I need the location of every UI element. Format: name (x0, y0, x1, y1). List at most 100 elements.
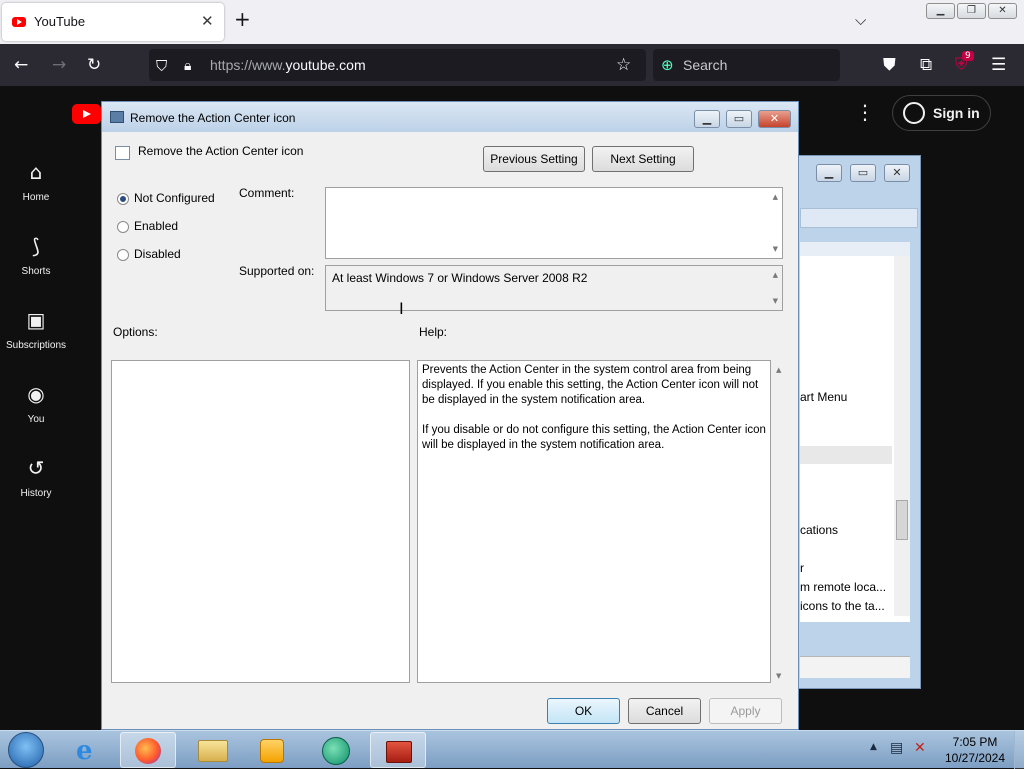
ok-button[interactable]: OK (547, 698, 620, 724)
volume-muted-icon[interactable]: ✕ (914, 740, 926, 756)
radio-label-not-configured[interactable]: Not Configured (134, 191, 215, 205)
network-globe-icon[interactable] (308, 732, 364, 768)
setting-name: Remove the Action Center icon (138, 144, 304, 158)
dialog-close-button[interactable]: ✕ (758, 110, 791, 128)
account-icon (903, 102, 925, 124)
dialog-minimize-button[interactable]: ▁ (694, 110, 720, 128)
url-text[interactable]: https://www.youtube.com (210, 57, 366, 73)
show-desktop-button[interactable] (1014, 731, 1024, 769)
reload-icon[interactable]: ↻ (87, 55, 101, 75)
list-all-tabs-icon[interactable]: ⌵ (855, 11, 866, 29)
scroll-up-icon[interactable]: ▲ (773, 271, 778, 279)
clock-date: 10/27/2024 (944, 751, 1006, 765)
help-text-paragraph-1: Prevents the Action Center in the system… (422, 364, 759, 406)
scroll-up-icon[interactable]: ▲ (773, 193, 778, 201)
cancel-button[interactable]: Cancel (628, 698, 701, 724)
list-item[interactable]: cations (800, 523, 892, 537)
dialog-titlebar[interactable]: Remove the Action Center icon ▁ ▭ ✕ (102, 102, 798, 132)
pocket-icon[interactable]: ⛊ (883, 55, 896, 75)
internet-explorer-icon[interactable]: e (62, 732, 118, 768)
radio-label-enabled[interactable]: Enabled (134, 219, 178, 233)
close-window-button[interactable]: ✕ (988, 3, 1017, 19)
radio-disabled[interactable] (117, 249, 129, 261)
previous-setting-button[interactable]: Previous Setting (483, 146, 585, 172)
help-scroll-up-icon[interactable]: ▲ (776, 366, 781, 374)
guide-item-history[interactable]: ↺ History (0, 456, 72, 499)
scroll-down-icon[interactable]: ▼ (773, 245, 778, 253)
menu-icon[interactable]: ☰ (991, 55, 1006, 75)
policy-setting-dialog: Remove the Action Center icon ▁ ▭ ✕ Remo… (101, 101, 799, 730)
ie-glyph: e (76, 736, 93, 766)
text-cursor-icon: Ⅰ (399, 301, 404, 318)
help-pane[interactable]: Prevents the Action Center in the system… (417, 360, 771, 683)
background-editor-window[interactable]: ▁ ▭ ✕ art Menu cations r m remote loca..… (797, 155, 921, 689)
youtube-logo[interactable] (72, 104, 101, 124)
radio-label-disabled[interactable]: Disabled (134, 247, 181, 261)
forward-icon[interactable]: → (52, 55, 66, 75)
options-pane[interactable] (111, 360, 410, 683)
firefox-icon[interactable] (120, 732, 176, 768)
shorts-icon: ⟆ (32, 234, 40, 258)
tab-youtube[interactable]: YouTube ✕ (2, 3, 224, 41)
comment-field[interactable]: ▲ ▼ (325, 187, 783, 259)
sign-in-button[interactable]: Sign in (892, 95, 991, 131)
tab-close-icon[interactable]: ✕ (201, 12, 214, 30)
network-tray-icon[interactable]: ▤ (890, 740, 903, 756)
comment-label: Comment: (239, 186, 295, 200)
supported-on-value: At least Windows 7 or Windows Server 200… (332, 271, 588, 285)
list-item[interactable]: icons to the ta... (800, 599, 892, 613)
radio-not-configured[interactable] (117, 193, 129, 205)
bg-close-button[interactable]: ✕ (884, 164, 910, 182)
guide-item-home[interactable]: ⌂ Home (0, 160, 72, 203)
dialog-maximize-button[interactable]: ▭ (726, 110, 752, 128)
show-hidden-icons-icon[interactable]: ▲ (870, 742, 877, 752)
list-item[interactable]: r (800, 561, 892, 575)
more-options-icon[interactable]: ⋮ (855, 100, 875, 124)
bg-list-pane[interactable]: art Menu cations r m remote loca... icon… (800, 242, 910, 622)
help-label: Help: (419, 325, 448, 339)
supported-on-label: Supported on: (239, 264, 315, 278)
guide-item-shorts[interactable]: ⟆ Shorts (0, 234, 72, 277)
start-orb-icon[interactable] (8, 732, 44, 768)
taskbar: e ▲ ▤ ✕ 7:05 PM 10/27/2024 (0, 730, 1024, 769)
bg-maximize-button[interactable]: ▭ (850, 164, 876, 182)
guide-item-you[interactable]: ◉ You (0, 382, 72, 425)
search-bar[interactable]: ⊕ Search (653, 49, 840, 81)
lock-icon[interactable]: 🔒︎ (184, 56, 191, 76)
url-bar[interactable]: ⛉ 🔒︎ https://www.youtube.com ☆ (149, 49, 646, 81)
file-explorer-icon[interactable] (186, 732, 242, 768)
supported-on-field: At least Windows 7 or Windows Server 200… (325, 265, 783, 311)
home-icon: ⌂ (29, 160, 43, 184)
new-tab-button[interactable]: + (234, 9, 251, 29)
minimize-window-button[interactable]: ▁ (926, 3, 955, 19)
apply-button[interactable]: Apply (709, 698, 782, 724)
next-setting-button[interactable]: Next Setting (592, 146, 694, 172)
guide-item-subscriptions[interactable]: ▣ Subscriptions (0, 308, 72, 351)
help-scroll-down-icon[interactable]: ▼ (776, 672, 781, 680)
list-item[interactable]: m remote loca... (800, 580, 892, 594)
system-clock[interactable]: 7:05 PM 10/27/2024 (940, 734, 1010, 766)
toolbox-icon[interactable] (370, 732, 426, 768)
bg-minimize-button[interactable]: ▁ (816, 164, 842, 182)
back-icon[interactable]: ← (14, 55, 28, 75)
you-icon: ◉ (27, 382, 45, 406)
media-player-icon[interactable] (244, 732, 300, 768)
bookmark-star-icon[interactable]: ☆ (616, 55, 631, 75)
navigation-toolbar: ← → ↻ ⛉ 🔒︎ https://www.youtube.com ☆ ⊕ S… (0, 44, 1024, 86)
dialog-title: Remove the Action Center icon (130, 111, 296, 125)
tab-strip: YouTube ✕ + ⌵ ▁ ❐ ✕ (0, 0, 1024, 44)
radio-enabled[interactable] (117, 221, 129, 233)
bg-scroll-thumb[interactable] (896, 500, 908, 540)
tab-title: YouTube (34, 14, 86, 29)
restore-window-button[interactable]: ❐ (957, 3, 986, 19)
scroll-down-icon[interactable]: ▼ (773, 297, 778, 305)
bg-vertical-scrollbar[interactable] (894, 256, 910, 616)
list-item[interactable]: art Menu (800, 390, 892, 404)
globe-glyph (322, 737, 350, 765)
shield-icon[interactable]: ⛉ (156, 56, 167, 76)
search-placeholder: Search (683, 57, 728, 73)
extensions-icon[interactable]: ⧉ (920, 55, 932, 75)
media-glyph (260, 739, 284, 763)
toolbox-glyph (386, 741, 412, 763)
subscriptions-icon: ▣ (26, 308, 46, 332)
